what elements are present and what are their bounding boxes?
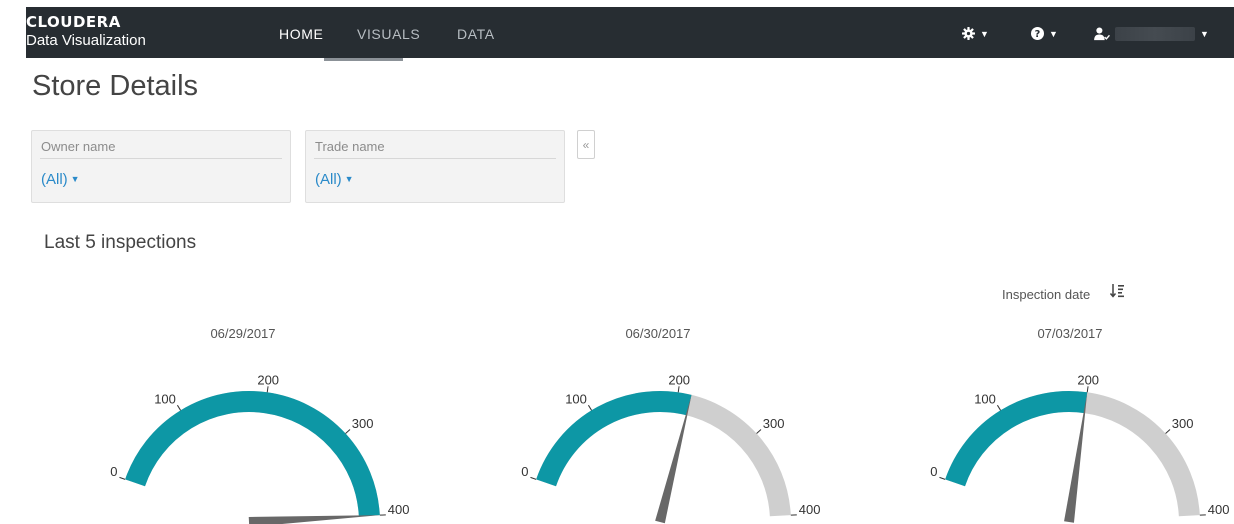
gauge-value-arc: [536, 391, 692, 487]
gauge-chart: 0 100 200 300 400 0 100 200 300 400 0 100 200 300 400: [110, 372, 1230, 524]
gauge-tick-label: 300: [1172, 416, 1194, 431]
gauge-tick-label: 400: [1208, 502, 1230, 517]
gauge-tick-label: 100: [565, 391, 587, 406]
gauge-tick-label: 300: [352, 416, 374, 431]
gauge-tick-label: 400: [799, 502, 821, 517]
gauge-tick: [176, 404, 181, 411]
gauge-tick-label: 200: [1077, 372, 1099, 387]
gauge-tick: [996, 404, 1001, 411]
gauge-needle: [655, 394, 692, 524]
gauge-tick: [1165, 429, 1171, 434]
gauge-tick: [756, 429, 762, 434]
gauge-tick-label: 100: [154, 391, 176, 406]
gauge-tick: [345, 429, 351, 434]
gauge-tick-label: 100: [974, 391, 996, 406]
gauge-tick: [939, 476, 946, 480]
gauge-needle: [248, 515, 380, 524]
gauge-tick-label: 200: [257, 372, 279, 387]
gauge-value-arc: [125, 391, 380, 517]
gauge-tick: [587, 404, 592, 411]
gauge-tick-label: 0: [930, 464, 937, 479]
gauge-tick-label: 0: [110, 464, 117, 479]
gauge-tick-label: 200: [668, 372, 690, 387]
gauge-tick: [530, 476, 537, 480]
gauge-tick: [119, 476, 126, 480]
gauge-tick-label: 400: [388, 502, 410, 517]
gauge-tick-label: 0: [521, 464, 528, 479]
gauge-value-arc: [945, 391, 1088, 487]
gauge-tick-label: 300: [763, 416, 785, 431]
